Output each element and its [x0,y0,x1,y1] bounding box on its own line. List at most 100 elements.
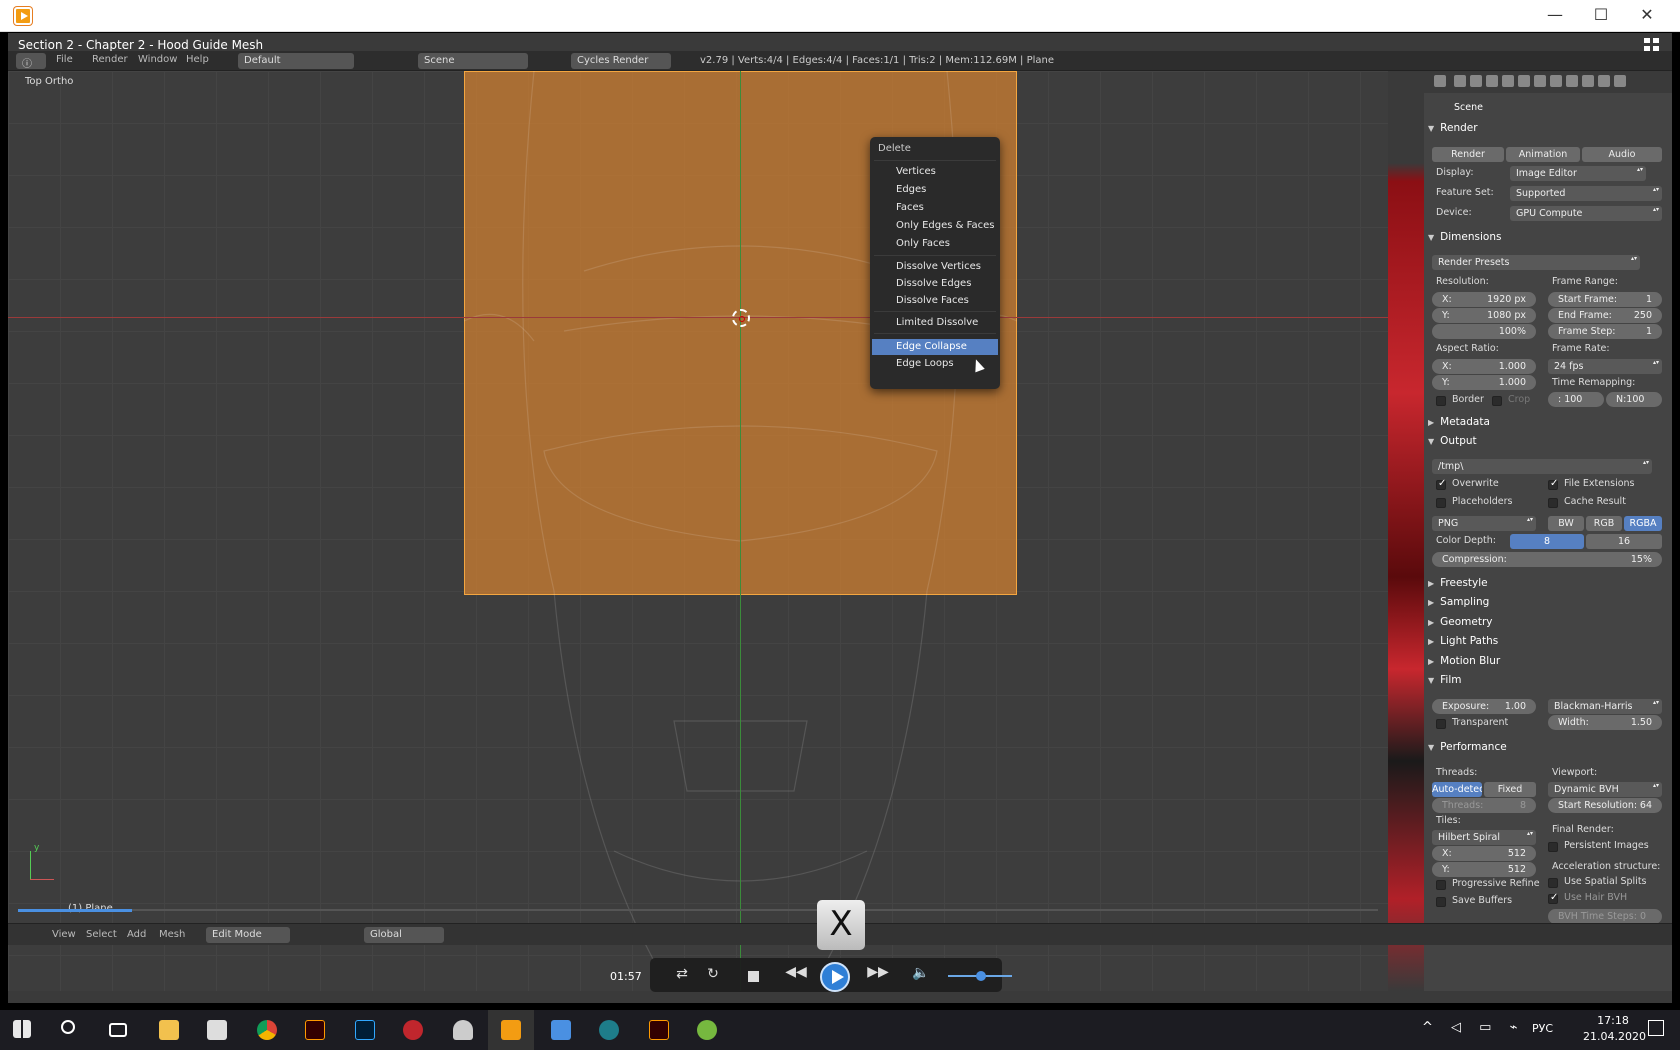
footer-mesh-menu[interactable]: Mesh [159,929,185,940]
section-performance[interactable]: Performance [1428,741,1668,757]
search-icon[interactable] [48,1010,94,1050]
file-format-select[interactable]: PNG [1432,516,1536,531]
auto-detect-threads-button[interactable]: Auto-detect [1432,782,1482,797]
feature-set-select[interactable]: Supported [1510,186,1662,201]
app-inkscape-icon[interactable] [440,1010,486,1050]
frame-rate-select[interactable]: 24 fps [1548,359,1662,374]
stop-icon[interactable] [748,971,759,982]
material-tab-icon[interactable] [1566,75,1578,87]
aspect-x-field[interactable]: X: 1.000 [1432,359,1536,374]
tile-order-select[interactable]: Hilbert Spiral [1432,830,1536,845]
object-tab-icon[interactable] [1502,75,1514,87]
render-engine-select[interactable]: Cycles Render [571,53,671,69]
depth-8-button[interactable]: 8 [1510,534,1584,549]
menu-item-edge-collapse[interactable]: Edge Collapse [872,339,998,355]
menu-help[interactable]: Help [186,54,209,65]
mode-select[interactable]: Edit Mode [206,927,290,943]
physics-tab-icon[interactable] [1614,75,1626,87]
menu-window[interactable]: Window [138,54,177,65]
save-buffers-checkbox[interactable] [1436,897,1446,907]
resolution-x-field[interactable]: X: 1920 px [1432,292,1536,307]
minimize-button[interactable]: — [1532,0,1578,32]
maximize-button[interactable]: ☐ [1578,0,1624,32]
section-output[interactable]: Output [1428,435,1668,451]
photoshop-icon[interactable] [342,1010,388,1050]
footer-select-menu[interactable]: Select [86,929,117,940]
world-tab-icon[interactable] [1486,75,1498,87]
file-extensions-checkbox[interactable] [1548,478,1558,490]
bvh-select[interactable]: Dynamic BVH [1548,782,1662,797]
start-frame-field[interactable]: Start Frame: 1 [1548,292,1662,307]
fast-forward-icon[interactable]: ▶▶ [866,964,890,980]
render-tab-icon[interactable] [1434,75,1446,87]
bvh-time-steps-field[interactable]: BVH Time Steps: 0 [1548,909,1662,924]
crop-checkbox[interactable] [1492,396,1502,406]
particles-tab-icon[interactable] [1598,75,1610,87]
menu-item-limited-dissolve[interactable]: Limited Dissolve [872,315,998,331]
fixed-threads-button[interactable]: Fixed [1484,782,1536,797]
menu-render[interactable]: Render [92,54,128,65]
hair-bvh-checkbox[interactable] [1548,892,1558,904]
menu-item-vertices[interactable]: Vertices [872,164,998,180]
app-teal-icon[interactable] [586,1010,632,1050]
play-icon[interactable] [820,962,850,992]
menu-file[interactable]: File [56,54,73,65]
animation-button[interactable]: Animation [1506,147,1580,162]
render-presets-select[interactable]: Render Presets [1432,255,1640,270]
cache-result-checkbox[interactable] [1548,498,1558,508]
section-sampling[interactable]: Sampling [1428,596,1668,612]
scene-tab-icon[interactable] [1470,75,1482,87]
start-resolution-field[interactable]: Start Resolution: 64 [1548,798,1662,813]
chrome-icon[interactable] [244,1010,290,1050]
section-dimensions[interactable]: Dimensions [1428,231,1668,247]
spatial-splits-checkbox[interactable] [1548,878,1558,888]
menu-item-dissolve-vertices[interactable]: Dissolve Vertices [872,259,998,275]
video-seek-track[interactable] [18,909,1378,911]
time-remap-old-field[interactable]: : 100 [1548,392,1604,407]
time-remap-new-field[interactable]: N:100 [1606,392,1662,407]
section-film[interactable]: Film [1428,674,1668,690]
end-frame-field[interactable]: End Frame: 250 [1548,308,1662,323]
display-select[interactable]: Image Editor [1510,166,1646,181]
file-explorer-icon[interactable] [146,1010,192,1050]
menu-item-edges[interactable]: Edges [872,182,998,198]
fullscreen-icon[interactable] [1644,38,1660,52]
menu-item-only-edges-faces[interactable]: Only Edges & Faces [872,218,998,234]
progressive-refine-checkbox[interactable] [1436,880,1446,890]
app-window-icon[interactable] [538,1010,584,1050]
constraints-tab-icon[interactable] [1518,75,1530,87]
resolution-y-field[interactable]: Y: 1080 px [1432,308,1536,323]
bw-button[interactable]: BW [1548,516,1584,531]
device-select[interactable]: GPU Compute [1510,206,1662,221]
tile-y-field[interactable]: Y: 512 [1432,862,1536,877]
notifications-icon[interactable] [1648,1020,1664,1036]
compression-slider[interactable]: Compression: 15% [1432,552,1662,567]
section-geometry[interactable]: Geometry [1428,616,1668,632]
media-player-taskbar-icon[interactable] [488,1010,534,1050]
section-freestyle[interactable]: Freestyle [1428,577,1668,593]
exposure-field[interactable]: Exposure: 1.00 [1432,699,1536,714]
editor-type-icon[interactable]: ⓘ [16,53,46,70]
footer-add-menu[interactable]: Add [127,929,146,940]
layout-field[interactable]: Default [238,53,354,69]
depth-16-button[interactable]: 16 [1586,534,1662,549]
utorrent-icon[interactable] [684,1010,730,1050]
frame-step-field[interactable]: Frame Step: 1 [1548,324,1662,339]
footer-view-menu[interactable]: View [52,929,76,940]
store-icon[interactable] [194,1010,240,1050]
section-render[interactable]: Render [1428,122,1668,138]
persistent-images-checkbox[interactable] [1548,842,1558,852]
3d-cursor-icon[interactable] [732,309,750,327]
video-seek-progress[interactable] [18,909,132,912]
menu-item-dissolve-faces[interactable]: Dissolve Faces [872,293,998,309]
volume-slider-handle[interactable] [976,971,986,981]
render-button[interactable]: Render [1432,147,1504,162]
clock[interactable]: 17:18 21.04.2020 [1583,1013,1646,1045]
pixel-filter-select[interactable]: Blackman-Harris [1548,699,1662,714]
3d-viewport[interactable]: Top Ortho y (1) [8,71,1388,991]
volume-icon[interactable]: 🔈 [912,965,930,981]
audio-button[interactable]: Audio [1582,147,1662,162]
loop-icon[interactable]: ↻ [703,966,723,982]
transparent-checkbox[interactable] [1436,719,1446,729]
threads-count-field[interactable]: Threads: 8 [1432,798,1536,813]
